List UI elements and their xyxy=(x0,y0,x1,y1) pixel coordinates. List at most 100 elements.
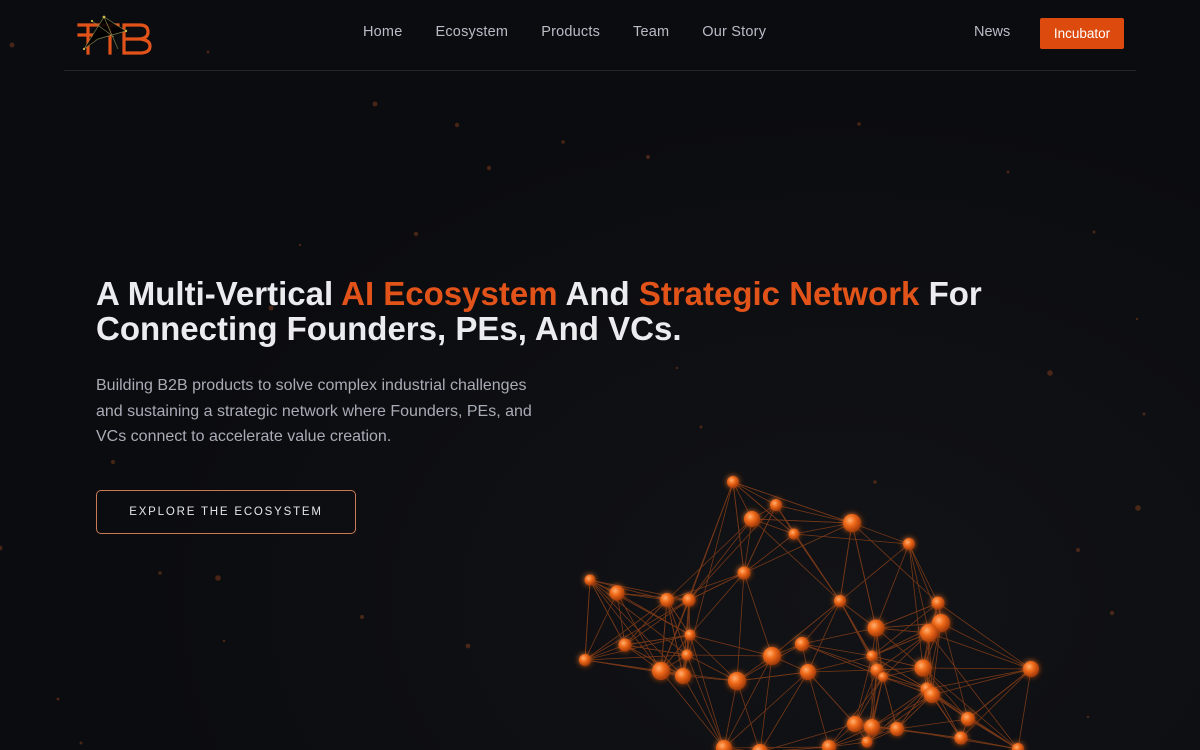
network-link xyxy=(928,632,1032,670)
network-link xyxy=(801,600,841,645)
network-link xyxy=(801,627,877,645)
network-link xyxy=(839,522,853,602)
network-link xyxy=(882,676,928,690)
network-link xyxy=(660,481,734,672)
network-link xyxy=(736,680,760,750)
network-link xyxy=(732,481,795,535)
hero-title-accent-ai-ecosystem: AI Ecosystem xyxy=(341,275,558,312)
network-link xyxy=(875,543,910,629)
hero-title-part1: A Multi-Vertical xyxy=(96,275,342,312)
hero-subtitle: Building B2B products to solve complex i… xyxy=(96,377,532,446)
network-node xyxy=(752,744,768,750)
network-link xyxy=(584,659,662,672)
network-link xyxy=(760,671,809,750)
network-node xyxy=(834,595,846,607)
network-node xyxy=(681,649,693,661)
network-link xyxy=(793,533,910,545)
network-link xyxy=(839,543,910,602)
network-node xyxy=(924,687,940,703)
network-link xyxy=(793,533,841,602)
network-node xyxy=(920,624,938,642)
network-link xyxy=(851,522,910,545)
network-link xyxy=(732,481,777,506)
network-node xyxy=(727,476,739,488)
network-link xyxy=(759,655,773,750)
network-link xyxy=(689,634,773,657)
network-node xyxy=(744,511,760,527)
network-node xyxy=(954,731,968,745)
network-node xyxy=(618,638,632,652)
network-link xyxy=(937,602,1032,670)
network-node xyxy=(843,514,861,532)
network-link xyxy=(732,481,745,574)
network-link xyxy=(839,600,873,657)
nav-ecosystem[interactable]: Ecosystem xyxy=(435,24,508,40)
network-node xyxy=(1023,661,1039,677)
network-link xyxy=(807,669,878,673)
network-node xyxy=(800,664,816,680)
network-node xyxy=(866,650,878,662)
network-link xyxy=(940,622,1032,670)
network-link xyxy=(736,572,745,682)
network-link xyxy=(584,634,691,661)
network-node xyxy=(822,740,836,750)
nav-home[interactable]: Home xyxy=(363,24,402,40)
nav-products[interactable]: Products xyxy=(541,24,600,40)
network-link xyxy=(931,668,1032,696)
network-link xyxy=(807,655,873,673)
network-node xyxy=(788,528,800,540)
network-node xyxy=(861,736,873,748)
network-link xyxy=(908,543,939,604)
nav-news[interactable]: News xyxy=(974,24,1010,40)
network-node xyxy=(931,596,945,610)
network-node xyxy=(903,538,915,550)
network-link xyxy=(686,654,773,657)
network-node xyxy=(878,672,888,682)
network-node xyxy=(684,629,696,641)
network-node xyxy=(867,619,885,637)
network-node xyxy=(579,654,591,666)
site-header: Home Ecosystem Products Team Our Story N… xyxy=(64,0,1136,71)
network-node xyxy=(914,659,932,677)
network-node xyxy=(847,716,863,732)
network-link xyxy=(967,668,1032,720)
ftb-logo[interactable] xyxy=(74,9,152,59)
network-node xyxy=(584,574,596,586)
hero-title-part2: And xyxy=(557,275,639,312)
network-link xyxy=(908,543,924,669)
incubator-button[interactable]: Incubator xyxy=(1040,18,1124,49)
network-node xyxy=(609,585,625,601)
explore-ecosystem-button[interactable]: EXPLORE THE ECOSYSTEM xyxy=(96,490,356,534)
hero-title: A Multi-Vertical AI Ecosystem And Strate… xyxy=(96,276,1096,346)
network-link xyxy=(922,667,962,739)
network-node xyxy=(675,668,691,684)
nav-our-story[interactable]: Our Story xyxy=(702,24,766,40)
nav-team[interactable]: Team xyxy=(633,24,669,40)
network-link xyxy=(584,579,591,661)
network-link xyxy=(723,655,773,749)
network-node xyxy=(795,637,809,651)
network-link xyxy=(682,481,734,677)
network-link xyxy=(851,522,939,604)
network-link xyxy=(960,668,1032,739)
network-link xyxy=(589,579,690,601)
network-link xyxy=(922,667,1032,670)
network-node xyxy=(660,593,674,607)
hero-title-accent-strategic-network: Strategic Network xyxy=(638,275,920,312)
network-link xyxy=(908,543,930,634)
network-node xyxy=(890,722,904,736)
network-link xyxy=(743,572,773,657)
network-link xyxy=(589,579,688,656)
network-node xyxy=(737,566,751,580)
network-node xyxy=(682,593,696,607)
network-node xyxy=(728,672,746,690)
network-link xyxy=(926,668,1032,690)
main-nav: Home Ecosystem Products Team Our Story xyxy=(363,24,799,40)
network-link xyxy=(686,654,725,749)
network-node xyxy=(763,647,781,665)
network-link xyxy=(1017,668,1032,750)
network-node xyxy=(652,662,670,680)
network-link xyxy=(922,667,1019,750)
network-link xyxy=(801,643,873,657)
network-link xyxy=(682,675,725,749)
